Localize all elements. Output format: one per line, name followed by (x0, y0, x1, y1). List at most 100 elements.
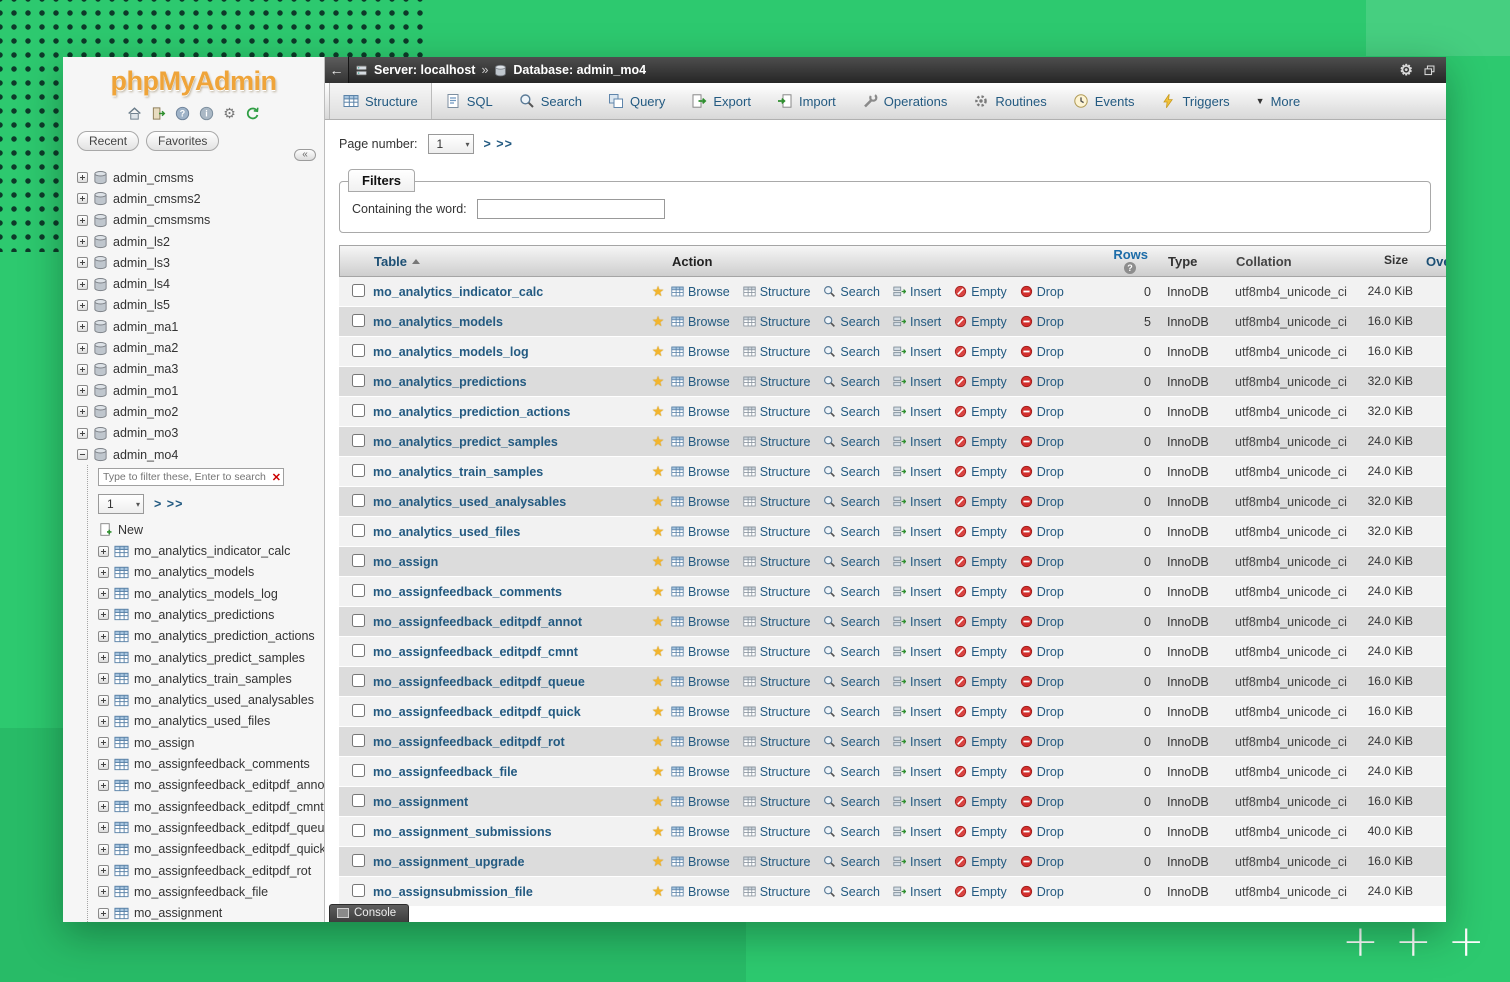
drop-action[interactable]: Drop (1020, 375, 1064, 389)
insert-action[interactable]: Insert (893, 495, 941, 509)
header-overhead[interactable]: Overhead (1414, 254, 1446, 269)
browse-action[interactable]: Browse (671, 795, 730, 809)
browse-action[interactable]: Browse (671, 315, 730, 329)
search-action[interactable]: Search (823, 315, 880, 329)
structure-action[interactable]: Structure (743, 795, 811, 809)
logout-icon[interactable] (151, 106, 166, 121)
settings-icon[interactable]: ⚙ (223, 106, 236, 120)
drop-action[interactable]: Drop (1020, 795, 1064, 809)
tab-favorites[interactable]: Favorites (146, 131, 219, 151)
drop-action[interactable]: Drop (1020, 345, 1064, 359)
expand-icon[interactable] (77, 236, 88, 247)
favorite-star-icon[interactable]: ★ (645, 493, 671, 510)
home-icon[interactable] (127, 106, 142, 121)
tree-filter-input[interactable] (98, 468, 284, 486)
browse-action[interactable]: Browse (671, 465, 730, 479)
sidebar-item-table[interactable]: mo_assignment (88, 903, 324, 923)
page-settings-icon[interactable]: ⚙ (1400, 61, 1413, 79)
sidebar-item-table[interactable]: mo_assignfeedback_editpdf_annot (88, 775, 324, 796)
expand-icon[interactable] (98, 844, 109, 855)
sidebar-item-database[interactable]: admin_mo1 (63, 380, 324, 401)
structure-action[interactable]: Structure (743, 855, 811, 869)
search-action[interactable]: Search (823, 885, 880, 899)
favorite-star-icon[interactable]: ★ (645, 763, 671, 780)
sidebar-item-database[interactable]: admin_mo3 (63, 423, 324, 444)
tab-sql[interactable]: SQL (432, 83, 506, 119)
sidebar-item-table[interactable]: mo_analytics_models_log (88, 583, 324, 604)
sidebar-item-database[interactable]: admin_mo2 (63, 401, 324, 422)
structure-action[interactable]: Structure (743, 705, 811, 719)
expand-icon[interactable] (98, 759, 109, 770)
restore-window-icon[interactable] (1423, 64, 1436, 77)
browse-action[interactable]: Browse (671, 585, 730, 599)
structure-action[interactable]: Structure (743, 885, 811, 899)
expand-icon[interactable] (77, 385, 88, 396)
favorite-star-icon[interactable]: ★ (645, 793, 671, 810)
row-checkbox[interactable] (352, 374, 365, 387)
insert-action[interactable]: Insert (893, 585, 941, 599)
rows-help-icon[interactable]: ? (1124, 262, 1136, 274)
sidebar-item-database[interactable]: admin_ls4 (63, 273, 324, 294)
insert-action[interactable]: Insert (893, 285, 941, 299)
insert-action[interactable]: Insert (893, 435, 941, 449)
clear-filter-icon[interactable]: ✕ (272, 471, 281, 484)
empty-action[interactable]: Empty (954, 375, 1006, 389)
table-name-link[interactable]: mo_assignment_upgrade (373, 855, 524, 869)
expand-icon[interactable] (98, 567, 109, 578)
insert-action[interactable]: Insert (893, 765, 941, 779)
sidebar-item-database[interactable]: admin_ma3 (63, 359, 324, 380)
table-name-link[interactable]: mo_assignfeedback_editpdf_queue (373, 675, 585, 689)
favorite-star-icon[interactable]: ★ (645, 343, 671, 360)
structure-action[interactable]: Structure (743, 555, 811, 569)
drop-action[interactable]: Drop (1020, 855, 1064, 869)
drop-action[interactable]: Drop (1020, 465, 1064, 479)
favorite-star-icon[interactable]: ★ (645, 673, 671, 690)
browse-action[interactable]: Browse (671, 555, 730, 569)
page-number-select[interactable]: 1 ▾ (428, 134, 474, 154)
drop-action[interactable]: Drop (1020, 705, 1064, 719)
search-action[interactable]: Search (823, 645, 880, 659)
row-checkbox[interactable] (352, 404, 365, 417)
empty-action[interactable]: Empty (954, 315, 1006, 329)
structure-action[interactable]: Structure (743, 615, 811, 629)
hide-sidebar-button[interactable]: ← (325, 57, 349, 83)
table-name-link[interactable]: mo_analytics_indicator_calc (373, 285, 543, 299)
sidebar-item-table[interactable]: mo_analytics_indicator_calc (88, 540, 324, 561)
search-action[interactable]: Search (823, 675, 880, 689)
sidebar-item-table[interactable]: mo_analytics_used_analysables (88, 690, 324, 711)
tab-structure[interactable]: Structure (329, 83, 432, 119)
expand-icon[interactable] (98, 546, 109, 557)
drop-action[interactable]: Drop (1020, 615, 1064, 629)
expand-icon[interactable] (98, 780, 109, 791)
expand-icon[interactable] (98, 695, 109, 706)
search-action[interactable]: Search (823, 435, 880, 449)
favorite-star-icon[interactable]: ★ (645, 433, 671, 450)
expand-icon[interactable] (77, 428, 88, 439)
table-name-link[interactable]: mo_assignfeedback_file (373, 765, 518, 779)
tab-recent[interactable]: Recent (77, 131, 139, 151)
search-action[interactable]: Search (823, 525, 880, 539)
table-name-link[interactable]: mo_assignment (373, 795, 468, 809)
sidebar-item-database[interactable]: admin_ls3 (63, 252, 324, 273)
table-name-link[interactable]: mo_assignfeedback_editpdf_cmnt (373, 645, 578, 659)
sidebar-item-table[interactable]: mo_assignfeedback_editpdf_queue (88, 817, 324, 838)
tab-search[interactable]: Search (506, 83, 595, 119)
search-action[interactable]: Search (823, 765, 880, 779)
structure-action[interactable]: Structure (743, 495, 811, 509)
favorite-star-icon[interactable]: ★ (645, 583, 671, 600)
empty-action[interactable]: Empty (954, 525, 1006, 539)
sidebar-item-table[interactable]: mo_assignfeedback_file (88, 881, 324, 902)
expand-icon[interactable] (77, 215, 88, 226)
favorite-star-icon[interactable]: ★ (645, 313, 671, 330)
drop-action[interactable]: Drop (1020, 885, 1064, 899)
drop-action[interactable]: Drop (1020, 645, 1064, 659)
row-checkbox[interactable] (352, 584, 365, 597)
sidebar-item-table[interactable]: mo_assign (88, 732, 324, 753)
browse-action[interactable]: Browse (671, 525, 730, 539)
structure-action[interactable]: Structure (743, 525, 811, 539)
favorite-star-icon[interactable]: ★ (645, 523, 671, 540)
search-action[interactable]: Search (823, 615, 880, 629)
sidebar-item-database[interactable]: admin_ma1 (63, 316, 324, 337)
insert-action[interactable]: Insert (893, 705, 941, 719)
row-checkbox[interactable] (352, 614, 365, 627)
